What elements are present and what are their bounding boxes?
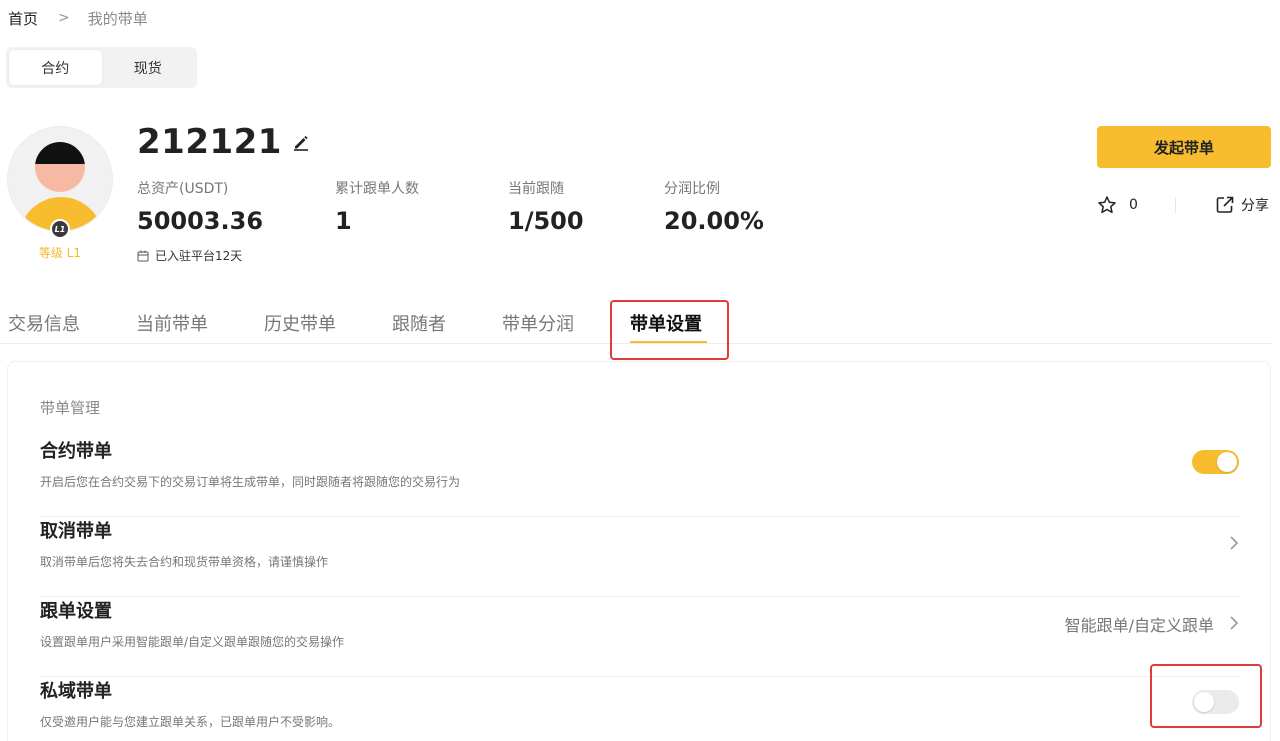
share-button[interactable]: 分享 <box>1215 195 1269 215</box>
toggle-knob <box>1217 452 1237 472</box>
stat-profit-share: 分润比例 20.00% <box>664 178 764 235</box>
tab-copy-settings[interactable]: 带单设置 <box>630 310 702 336</box>
username-text: 212121 <box>137 122 282 162</box>
tab-bar: 交易信息 当前带单 历史带单 跟随者 带单分润 带单设置 <box>0 298 1272 344</box>
favorite-button[interactable]: 0 <box>1097 195 1138 215</box>
avatar <box>7 126 113 232</box>
setting-row-cancel-copy[interactable]: 取消带单 取消带单后您将失去合约和现货带单资格，请谨慎操作 <box>40 517 1240 597</box>
breadcrumb-home[interactable]: 首页 <box>8 8 38 29</box>
setting-desc: 仅受邀用户能与您建立跟单关系，已跟单用户不受影响。 <box>40 715 341 729</box>
setting-row-private-copy: 私域带单 仅受邀用户能与您建立跟单关系，已跟单用户不受影响。 <box>40 677 1240 741</box>
breadcrumb-separator-icon: > <box>58 10 70 26</box>
setting-row-follow-settings[interactable]: 跟单设置 设置跟单用户采用智能跟单/自定义跟单跟随您的交易操作 智能跟单/自定义… <box>40 597 1240 677</box>
active-tab-indicator <box>630 341 707 343</box>
stat-value: 1 <box>335 207 352 235</box>
setting-desc: 开启后您在合约交易下的交易订单将生成带单，同时跟随者将跟随您的交易行为 <box>40 475 461 489</box>
stat-value: 50003.36 <box>137 207 264 235</box>
level-text: 等级 L1 <box>38 246 82 260</box>
breadcrumb-current: 我的带单 <box>87 9 148 28</box>
setting-title: 合约带单 <box>40 441 112 462</box>
avatar-hair <box>35 142 85 164</box>
stat-current-following: 当前跟随 1/500 <box>508 178 584 235</box>
level-badge: L1 <box>50 219 70 239</box>
stat-label: 总资产(USDT) <box>137 181 229 197</box>
breadcrumb: 首页 > 我的带单 <box>8 6 148 30</box>
username: 212121 <box>137 122 310 162</box>
settings-card: 带单管理 合约带单 开启后您在合约交易下的交易订单将生成带单，同时跟随者将跟随您… <box>7 361 1271 741</box>
setting-title: 私域带单 <box>40 681 112 702</box>
stat-total-followers: 累计跟单人数 1 <box>335 178 419 235</box>
tab-current-orders[interactable]: 当前带单 <box>136 310 208 336</box>
share-label: 分享 <box>1241 198 1269 214</box>
joined-info: 已入驻平台12天 <box>137 247 242 264</box>
setting-title: 跟单设置 <box>40 601 112 622</box>
start-copy-trading-button[interactable]: 发起带单 <box>1097 126 1271 168</box>
divider <box>1175 197 1176 213</box>
share-icon <box>1216 196 1234 213</box>
tab-history-orders[interactable]: 历史带单 <box>264 310 336 336</box>
stat-label: 分润比例 <box>664 181 720 197</box>
chevron-right-icon[interactable] <box>1228 616 1240 630</box>
setting-desc: 设置跟单用户采用智能跟单/自定义跟单跟随您的交易操作 <box>40 635 345 649</box>
stat-value: 20.00% <box>664 207 764 235</box>
stat-label: 累计跟单人数 <box>335 181 419 197</box>
stat-label: 当前跟随 <box>508 181 564 197</box>
setting-title: 取消带单 <box>40 521 112 542</box>
section-title: 带单管理 <box>40 399 101 417</box>
private-copy-toggle[interactable] <box>1192 690 1239 714</box>
toggle-knob <box>1194 692 1214 712</box>
tab-profit-share[interactable]: 带单分润 <box>502 310 574 336</box>
calendar-icon <box>137 250 149 261</box>
setting-row-contract-copy: 合约带单 开启后您在合约交易下的交易订单将生成带单，同时跟随者将跟随您的交易行为 <box>40 437 1240 517</box>
joined-text: 已入驻平台12天 <box>155 249 243 263</box>
contract-copy-toggle[interactable] <box>1192 450 1239 474</box>
tab-followers[interactable]: 跟随者 <box>392 310 446 336</box>
stat-value: 1/500 <box>508 207 584 235</box>
segment-spot[interactable]: 现货 <box>102 50 195 85</box>
market-type-segment: 合约 现货 <box>6 47 197 88</box>
edit-pencil-icon[interactable] <box>292 133 310 151</box>
avatar-face <box>35 142 85 192</box>
chevron-right-icon[interactable] <box>1228 536 1240 550</box>
favorite-count: 0 <box>1129 197 1138 213</box>
setting-desc: 取消带单后您将失去合约和现货带单资格，请谨慎操作 <box>40 555 329 569</box>
stat-total-assets: 总资产(USDT) 50003.36 <box>137 178 263 235</box>
tab-trade-info[interactable]: 交易信息 <box>8 310 80 336</box>
follow-mode-value: 智能跟单/自定义跟单 <box>1064 616 1214 635</box>
star-icon <box>1098 196 1116 214</box>
segment-contract[interactable]: 合约 <box>9 50 102 85</box>
